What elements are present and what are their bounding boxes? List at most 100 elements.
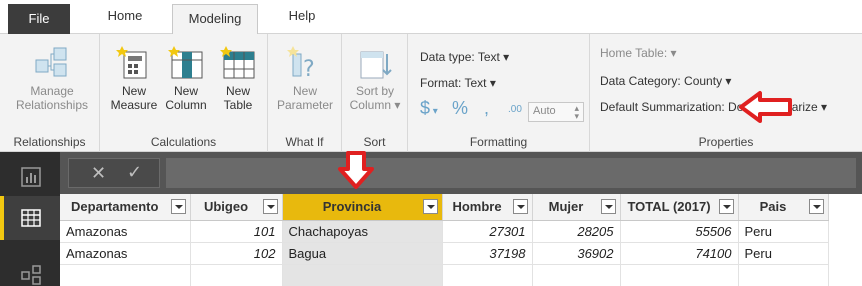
stepper-icon[interactable]: ▴ ▾ xyxy=(574,104,579,121)
column-header-label: Departamento xyxy=(71,199,159,215)
table-cell[interactable]: 27301 xyxy=(442,220,533,243)
column-filter-dropdown-icon[interactable] xyxy=(808,199,824,214)
table-cell[interactable] xyxy=(282,264,443,286)
column-header-label: Hombre xyxy=(452,199,502,215)
table-cell[interactable]: Peru xyxy=(738,242,829,265)
data-grid: Departamento Ubigeo Provincia Hombre Muj… xyxy=(60,194,862,286)
percent-icon: % xyxy=(452,98,469,118)
column-filter-dropdown-icon[interactable] xyxy=(512,199,528,214)
column-header-provincia[interactable]: Provincia xyxy=(282,194,443,221)
tab-home[interactable]: Home xyxy=(90,0,160,34)
table-cell[interactable] xyxy=(190,264,283,286)
table-cell[interactable]: 37198 xyxy=(442,242,533,265)
group-label-formatting: Formatting xyxy=(469,135,528,149)
formula-input[interactable] xyxy=(166,158,856,188)
percent-button[interactable]: % xyxy=(452,98,468,119)
ribbon-tab-bar: File Home Modeling Help xyxy=(0,0,862,35)
data-view-icon[interactable] xyxy=(20,207,42,229)
column-filter-dropdown-icon[interactable] xyxy=(600,199,616,214)
table-cell[interactable]: 28205 xyxy=(532,220,621,243)
group-whatif: ? New Parameter What If xyxy=(268,34,342,152)
data-type-dropdown[interactable]: Data type: Text ▾ xyxy=(420,50,509,64)
table-cell[interactable]: Amazonas xyxy=(60,242,191,265)
commit-icon[interactable]: ✓ xyxy=(127,162,142,183)
group-label-relationships: Relationships xyxy=(13,135,86,149)
table-cell[interactable] xyxy=(442,264,533,286)
manage-relationships-button[interactable]: Manage Relationships xyxy=(12,44,92,112)
column-header-ubigeo[interactable]: Ubigeo xyxy=(190,194,283,221)
tab-file[interactable]: File xyxy=(8,4,70,34)
data-category-label: Data Category: County xyxy=(600,74,723,88)
sort-by-label-2: Column xyxy=(349,98,391,112)
thousands-separator-button[interactable]: , xyxy=(484,98,489,119)
column-filter-dropdown-icon[interactable] xyxy=(718,199,734,214)
home-table-label: Home Table: xyxy=(600,46,668,60)
column-header-mujer[interactable]: Mujer xyxy=(532,194,621,221)
column-filter-dropdown-icon[interactable] xyxy=(422,199,438,214)
group-properties: Home Table: ▾ Data Category: County ▾ De… xyxy=(590,34,862,152)
table-cell[interactable] xyxy=(532,264,621,286)
sort-by-column-icon xyxy=(360,51,392,79)
table-cell[interactable] xyxy=(738,264,829,286)
column-header-pais[interactable]: Pais xyxy=(738,194,829,221)
group-label-properties: Properties xyxy=(698,135,754,149)
chevron-down-icon: ▾ xyxy=(821,100,828,114)
format-dropdown[interactable]: Format: Text ▾ xyxy=(420,76,496,90)
data-category-dropdown[interactable]: Data Category: County ▾ xyxy=(600,74,731,88)
table-row[interactable]: Amazonas 102 Bagua 37198 36902 74100 Per… xyxy=(60,242,829,265)
chevron-down-icon: ▾ xyxy=(503,50,510,64)
new-parameter-label-1: New xyxy=(292,84,317,98)
table-row[interactable] xyxy=(60,264,829,286)
table-cell[interactable] xyxy=(60,264,191,286)
new-parameter-button[interactable]: ? New Parameter xyxy=(272,44,338,112)
column-header-hombre[interactable]: Hombre xyxy=(442,194,533,221)
sort-by-label-1: Sort by xyxy=(355,84,394,98)
table-cell[interactable] xyxy=(620,264,739,286)
table-cell[interactable]: 74100 xyxy=(620,242,739,265)
tab-help[interactable]: Help xyxy=(274,0,330,34)
cancel-icon[interactable]: ✕ xyxy=(91,163,106,184)
table-cell[interactable]: Bagua xyxy=(282,242,443,265)
currency-button[interactable]: $ ▾ xyxy=(420,98,438,119)
table-cell[interactable]: Peru xyxy=(738,220,829,243)
decimal-places-button[interactable]: .00 xyxy=(508,104,522,115)
group-label-sort: Sort xyxy=(363,135,386,149)
chevron-down-icon: ▾ xyxy=(725,74,732,88)
table-cell[interactable]: 102 xyxy=(190,242,283,265)
model-view-icon[interactable] xyxy=(20,264,42,286)
column-header-total-2017[interactable]: TOTAL (2017) xyxy=(620,194,739,221)
table-cell[interactable]: 101 xyxy=(190,220,283,243)
group-formatting: Data type: Text ▾ Format: Text ▾ $ ▾ % ,… xyxy=(408,34,590,152)
table-row[interactable]: Amazonas 101 Chachapoyas 27301 28205 555… xyxy=(60,220,829,243)
column-header-label: Pais xyxy=(759,199,787,215)
new-parameter-icon: ? xyxy=(287,46,315,80)
column-filter-dropdown-icon[interactable] xyxy=(262,199,278,214)
relationships-icon xyxy=(35,47,67,77)
table-cell[interactable]: 55506 xyxy=(620,220,739,243)
new-column-icon xyxy=(168,46,203,79)
decimal-icon: .00 xyxy=(508,104,522,115)
data-table: Departamento Ubigeo Provincia Hombre Muj… xyxy=(60,194,829,286)
sort-by-column-button[interactable]: Sort by Column ▾ xyxy=(346,44,404,112)
new-table-icon xyxy=(220,46,255,79)
group-label-calculations: Calculations xyxy=(150,135,217,149)
report-view-icon[interactable] xyxy=(20,166,42,188)
table-cell[interactable]: Chachapoyas xyxy=(282,220,443,243)
chevron-down-icon: ▾ xyxy=(670,46,677,60)
table-header-row: Departamento Ubigeo Provincia Hombre Muj… xyxy=(60,194,829,221)
new-table-label-1: New xyxy=(225,84,250,98)
decimal-places-stepper[interactable]: Auto ▴ ▾ xyxy=(528,102,584,122)
new-table-button[interactable]: New Table xyxy=(212,44,264,112)
table-cell[interactable]: 36902 xyxy=(532,242,621,265)
column-filter-dropdown-icon[interactable] xyxy=(170,199,186,214)
ribbon: Manage Relationships Relationships New M… xyxy=(0,34,862,152)
column-header-label: Mujer xyxy=(548,199,584,215)
home-table-dropdown[interactable]: Home Table: ▾ xyxy=(600,46,677,60)
svg-text:?: ? xyxy=(303,57,315,80)
new-measure-button[interactable]: New Measure xyxy=(108,44,160,112)
column-header-departamento[interactable]: Departamento xyxy=(60,194,191,221)
group-calculations: New Measure New Column New Table Calcula… xyxy=(100,34,268,152)
tab-modeling[interactable]: Modeling xyxy=(172,4,258,35)
table-cell[interactable]: Amazonas xyxy=(60,220,191,243)
new-column-button[interactable]: New Column xyxy=(160,44,212,112)
